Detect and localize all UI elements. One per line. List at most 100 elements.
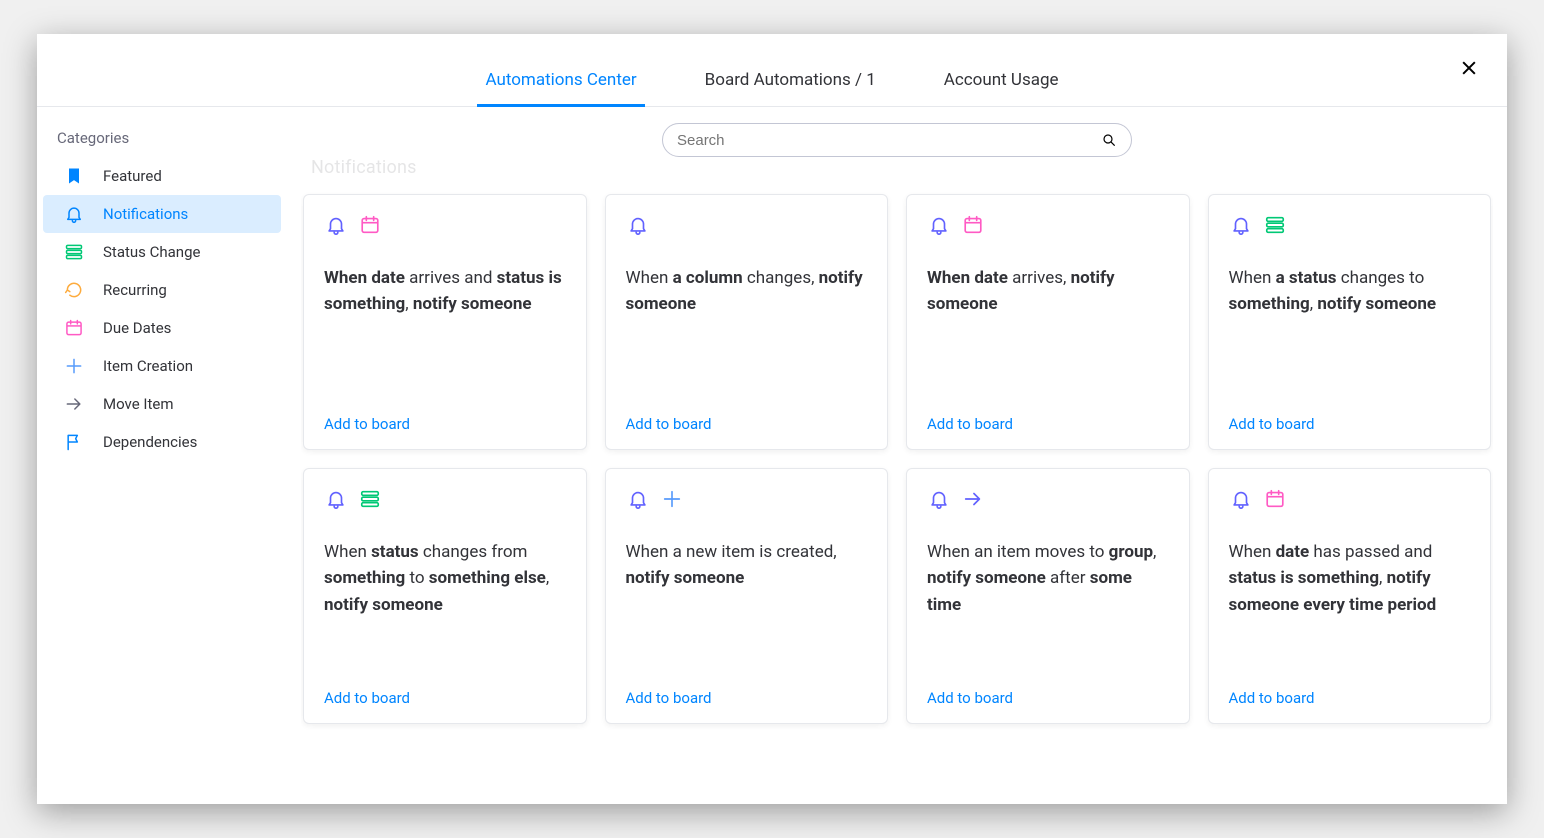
card-text-segment: a column	[673, 268, 747, 288]
card-text-segment: status	[497, 268, 549, 288]
sidebar: Categories Featured Notifications Status C…	[37, 107, 287, 804]
sidebar-item-label: Move Item	[103, 395, 173, 413]
arrow-icon	[961, 487, 985, 511]
card-text-segment: When	[927, 268, 974, 288]
card-text-segment: a status	[1276, 268, 1341, 288]
add-to-board-link[interactable]: Add to board	[927, 689, 1169, 707]
add-to-board-link[interactable]: Add to board	[324, 689, 566, 707]
card-text-segment: something	[1298, 568, 1379, 588]
card-text-segment: after	[1050, 568, 1090, 588]
card-text-segment: to	[409, 568, 428, 588]
sidebar-item-featured[interactable]: Featured	[43, 157, 281, 195]
tabs: Automations Center Board Automations / 1 A…	[37, 34, 1507, 107]
search-input[interactable]	[677, 132, 1101, 149]
bell-icon	[927, 213, 951, 237]
card-text-segment: When	[324, 542, 371, 562]
card-icons	[324, 213, 566, 237]
sidebar-item-item-creation[interactable]: Item Creation	[43, 347, 281, 385]
card-text-segment: something	[324, 568, 409, 588]
add-to-board-link[interactable]: Add to board	[626, 415, 868, 433]
search-icon	[1101, 132, 1117, 148]
arrow-icon	[63, 393, 85, 415]
card-text-segment: date	[974, 268, 1012, 288]
add-to-board-link[interactable]: Add to board	[1229, 415, 1471, 433]
card-icons	[626, 213, 868, 237]
card-icons	[324, 487, 566, 511]
card-text-segment: group	[1109, 542, 1153, 562]
card-icons	[927, 487, 1169, 511]
calendar-icon	[63, 317, 85, 339]
automation-card[interactable]: When a status changes to something, noti…	[1208, 194, 1492, 450]
tab-account-usage[interactable]: Account Usage	[940, 54, 1063, 106]
flag-icon	[63, 431, 85, 453]
sidebar-item-label: Due Dates	[103, 319, 171, 337]
card-text: When date arrives and status is somethin…	[324, 265, 566, 405]
card-text-segment: arrives,	[1012, 268, 1070, 288]
card-text: When date arrives, notify someone	[927, 265, 1169, 405]
add-to-board-link[interactable]: Add to board	[1229, 689, 1471, 707]
card-text-segment: status	[1229, 568, 1281, 588]
tab-automations-center[interactable]: Automations Center	[481, 54, 640, 106]
card-text-segment: has passed and	[1313, 542, 1436, 562]
card-text-segment: is	[1280, 568, 1297, 588]
card-text-segment: When	[626, 268, 673, 288]
sidebar-item-label: Notifications	[103, 205, 188, 223]
calendar-icon	[358, 213, 382, 237]
card-text-segment: date	[371, 268, 409, 288]
card-text-segment: When	[324, 268, 371, 288]
section-header: Notifications	[311, 157, 1493, 178]
sidebar-item-notifications[interactable]: Notifications	[43, 195, 281, 233]
card-text-segment: something	[1229, 294, 1310, 314]
sidebar-item-label: Status Change	[103, 243, 200, 261]
automation-card[interactable]: When date has passed and status is somet…	[1208, 468, 1492, 724]
card-text-segment: ,	[405, 294, 413, 314]
card-text-segment: arrives and	[409, 268, 496, 288]
card-text-segment: When	[1229, 268, 1276, 288]
body: Categories Featured Notifications Status C…	[37, 107, 1507, 804]
automation-card[interactable]: When a column changes, notify someone Add…	[605, 194, 889, 450]
card-grid: When date arrives and status is somethin…	[301, 190, 1493, 744]
automation-card[interactable]: When date arrives, notify someone Add to …	[906, 194, 1190, 450]
card-text-segment: is	[548, 268, 565, 288]
add-to-board-link[interactable]: Add to board	[927, 415, 1169, 433]
sidebar-title: Categories	[37, 123, 287, 157]
card-text-segment: When	[1229, 542, 1276, 562]
sidebar-item-status-change[interactable]: Status Change	[43, 233, 281, 271]
sidebar-item-label: Dependencies	[103, 433, 197, 451]
automation-card[interactable]: When an item moves to group, notify some…	[906, 468, 1190, 724]
card-text-segment: notify someone	[1317, 294, 1436, 314]
automation-card[interactable]: When date arrives and status is somethin…	[303, 194, 587, 450]
automation-card[interactable]: When a new item is created, notify someo…	[605, 468, 889, 724]
card-text: When a column changes, notify someone	[626, 265, 868, 405]
sidebar-item-due-dates[interactable]: Due Dates	[43, 309, 281, 347]
main: Notifications When date arrives and stat…	[287, 107, 1507, 804]
search-row	[301, 117, 1493, 161]
add-to-board-link[interactable]: Add to board	[626, 689, 868, 707]
sidebar-item-move-item[interactable]: Move Item	[43, 385, 281, 423]
card-text: When an item moves to group, notify some…	[927, 539, 1169, 679]
card-text-segment: changes to	[1341, 268, 1429, 288]
automation-card[interactable]: When status changes from something to so…	[303, 468, 587, 724]
close-icon	[1459, 58, 1479, 78]
add-to-board-link[interactable]: Add to board	[324, 415, 566, 433]
close-button[interactable]	[1455, 54, 1483, 82]
card-text-segment: something	[324, 294, 405, 314]
card-text-segment: notify someone	[324, 595, 443, 615]
card-text-segment: notify someone	[626, 568, 745, 588]
card-text-segment: changes from	[423, 542, 532, 562]
card-text: When a status changes to something, noti…	[1229, 265, 1471, 405]
bell-icon	[1229, 213, 1253, 237]
tab-board-automations-1[interactable]: Board Automations / 1	[701, 54, 880, 106]
bell-icon	[626, 487, 650, 511]
calendar-icon	[1263, 487, 1287, 511]
card-text-segment: When a new item is created,	[626, 542, 841, 562]
card-text-segment: changes,	[747, 268, 819, 288]
card-text-segment: ,	[546, 568, 554, 588]
sidebar-item-dependencies[interactable]: Dependencies	[43, 423, 281, 461]
status-icon	[1263, 213, 1287, 237]
card-icons	[1229, 213, 1471, 237]
search-box[interactable]	[662, 123, 1132, 157]
sidebar-item-recurring[interactable]: Recurring	[43, 271, 281, 309]
sidebar-item-label: Featured	[103, 167, 162, 185]
card-text-segment: something else	[429, 568, 546, 588]
